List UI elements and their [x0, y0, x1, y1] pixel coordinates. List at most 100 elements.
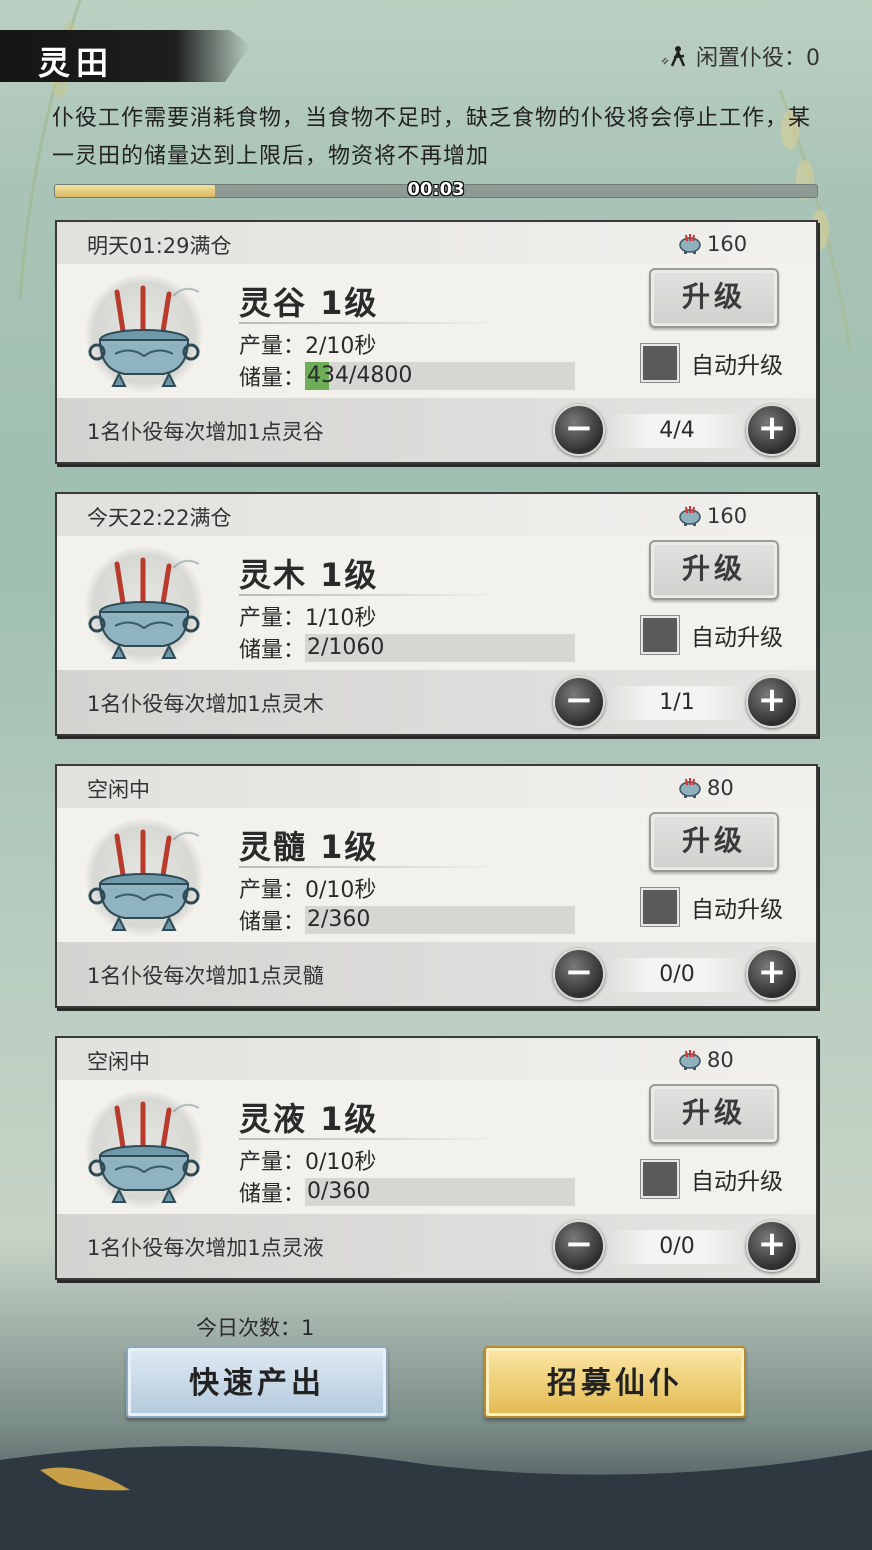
storage-label: 储量： [239, 1182, 306, 1207]
storage-bar: 2/1060 [305, 634, 576, 662]
field-card-2: 今天22:22满仓 160 灵木 1级 产量：1/10秒 储量： 2/1060 … [55, 492, 818, 736]
upgrade-cost-value: 80 [707, 1048, 734, 1072]
worker-hint: 1名仆役每次增加1点灵谷 [87, 420, 324, 444]
decrease-workers-button[interactable]: − [553, 404, 605, 456]
storage-value: 2/360 [307, 907, 371, 932]
ground-decoration [0, 1446, 872, 1550]
auto-upgrade-toggle[interactable]: 自动升级 [641, 344, 783, 382]
upgrade-button[interactable]: 升级 [649, 1084, 779, 1144]
field-production: 产量：0/10秒 [239, 1150, 377, 1175]
field-name: 灵液 1级 [239, 1100, 379, 1138]
worker-hint: 1名仆役每次增加1点灵液 [87, 1236, 324, 1260]
auto-upgrade-label: 自动升级 [691, 625, 783, 651]
field-production: 产量：1/10秒 [239, 606, 377, 631]
field-status: 空闲中 [87, 778, 150, 802]
servant-icon [661, 46, 686, 67]
upgrade-cost: 80 [677, 1048, 734, 1072]
worker-hint: 1名仆役每次增加1点灵髓 [87, 964, 324, 988]
auto-upgrade-checkbox[interactable] [641, 616, 679, 654]
worker-hint: 1名仆役每次增加1点灵木 [87, 692, 324, 716]
storage-bar: 2/360 [305, 906, 576, 934]
field-storage: 储量： 2/360 [239, 904, 576, 936]
storage-bar: 0/360 [305, 1178, 576, 1206]
decrease-workers-button[interactable]: − [553, 948, 605, 1000]
field-card-3: 空闲中 80 灵髓 1级 产量：0/10秒 储量： 2/360 升级 自动升级 … [55, 764, 818, 1008]
auto-upgrade-toggle[interactable]: 自动升级 [641, 888, 783, 926]
upgrade-button[interactable]: 升级 [649, 540, 779, 600]
field-icon [85, 274, 203, 392]
card-header: 今天22:22满仓 160 [57, 494, 816, 536]
cauldron-icon [679, 234, 701, 254]
storage-label: 储量： [239, 366, 306, 391]
field-icon [85, 1090, 203, 1208]
recruit-servant-button[interactable]: 招募仙仆 [484, 1346, 746, 1418]
field-status: 明天01:29满仓 [87, 234, 232, 258]
increase-workers-button[interactable]: + [746, 676, 798, 728]
name-divider [239, 322, 505, 324]
field-storage: 储量： 2/1060 [239, 632, 576, 664]
notice-text: 仆役工作需要消耗食物，当食物不足时，缺乏食物的仆役将会停止工作，某一灵田的储量达… [52, 106, 812, 169]
auto-upgrade-checkbox[interactable] [641, 1160, 679, 1198]
card-footer: 1名仆役每次增加1点灵髓 − 0/0 + [57, 942, 816, 1006]
card-header: 空闲中 80 [57, 766, 816, 808]
storage-label: 储量： [239, 638, 306, 663]
auto-upgrade-label: 自动升级 [691, 353, 783, 379]
field-storage: 储量： 434/4800 [239, 360, 576, 392]
increase-workers-button[interactable]: + [746, 1220, 798, 1272]
field-status: 今天22:22满仓 [87, 506, 232, 530]
cauldron-icon [679, 506, 701, 526]
worker-count: 1/1 [609, 686, 745, 720]
upgrade-cost: 160 [677, 504, 747, 528]
upgrade-cost-value: 160 [707, 232, 748, 256]
upgrade-button[interactable]: 升级 [649, 268, 779, 328]
card-footer: 1名仆役每次增加1点灵木 − 1/1 + [57, 670, 816, 734]
increase-workers-button[interactable]: + [746, 948, 798, 1000]
upgrade-cost: 80 [677, 776, 734, 800]
header: 灵田 闲置仆役：0 [0, 30, 872, 86]
upgrade-cost-value: 160 [707, 504, 748, 528]
worker-count: 4/4 [609, 414, 745, 448]
timer-label: 00:03 [407, 179, 465, 200]
name-divider [239, 594, 505, 596]
auto-upgrade-toggle[interactable]: 自动升级 [641, 1160, 783, 1198]
storage-value: 0/360 [307, 1179, 371, 1204]
incense-cauldron-icon [88, 1101, 200, 1203]
name-divider [239, 866, 505, 868]
decrease-workers-button[interactable]: − [553, 676, 605, 728]
auto-upgrade-checkbox[interactable] [641, 888, 679, 926]
field-status: 空闲中 [87, 1050, 150, 1074]
field-production: 产量：2/10秒 [239, 334, 377, 359]
name-divider [239, 1138, 505, 1140]
decrease-workers-button[interactable]: − [553, 1220, 605, 1272]
upgrade-cost: 160 [677, 232, 747, 256]
field-icon [85, 818, 203, 936]
storage-value: 2/1060 [307, 635, 385, 660]
worker-count: 0/0 [609, 958, 745, 992]
quick-output-button[interactable]: 快速产出 [126, 1346, 388, 1418]
card-footer: 1名仆役每次增加1点灵谷 − 4/4 + [57, 398, 816, 462]
card-header: 明天01:29满仓 160 [57, 222, 816, 264]
auto-upgrade-label: 自动升级 [691, 897, 783, 923]
field-name: 灵谷 1级 [239, 284, 379, 322]
field-card-1: 明天01:29满仓 160 灵谷 1级 产量：2/10秒 储量： 434/480… [55, 220, 818, 464]
storage-bar: 434/4800 [305, 362, 576, 390]
auto-upgrade-toggle[interactable]: 自动升级 [641, 616, 783, 654]
field-icon [85, 546, 203, 664]
upgrade-cost-value: 80 [707, 776, 734, 800]
field-storage: 储量： 0/360 [239, 1176, 576, 1208]
increase-workers-button[interactable]: + [746, 404, 798, 456]
incense-cauldron-icon [88, 829, 200, 931]
auto-upgrade-checkbox[interactable] [641, 344, 679, 382]
timer-progress-bar: 00:03 [54, 179, 818, 200]
page-title: 灵田 [38, 44, 115, 82]
idle-servants: 闲置仆役：0 [660, 40, 820, 72]
upgrade-button[interactable]: 升级 [649, 812, 779, 872]
storage-label: 储量： [239, 910, 306, 935]
incense-cauldron-icon [88, 557, 200, 659]
card-footer: 1名仆役每次增加1点灵液 − 0/0 + [57, 1214, 816, 1278]
card-header: 空闲中 80 [57, 1038, 816, 1080]
cauldron-icon [679, 1050, 701, 1070]
today-count: 今日次数：1 [196, 1316, 315, 1340]
field-name: 灵髓 1级 [239, 828, 379, 866]
auto-upgrade-label: 自动升级 [691, 1169, 783, 1195]
